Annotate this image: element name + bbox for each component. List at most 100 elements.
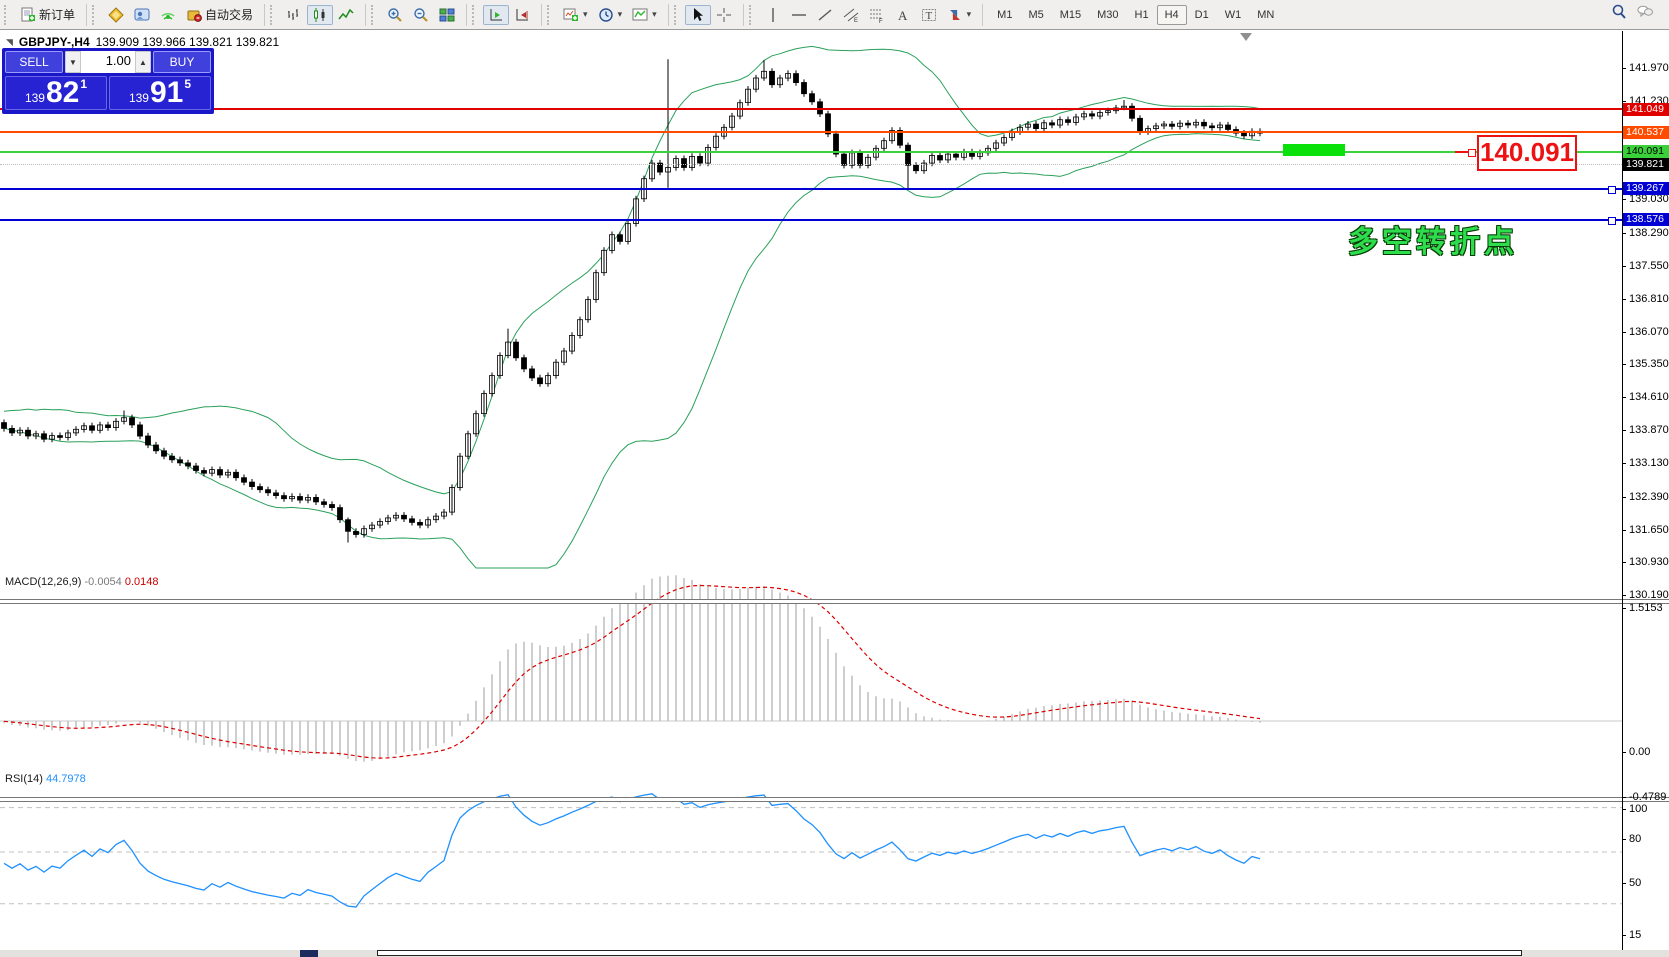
channel-icon: E <box>843 7 859 23</box>
text-button[interactable]: A <box>890 5 916 25</box>
price-line-139.267[interactable] <box>0 188 1622 190</box>
zoom-out-button[interactable] <box>408 5 434 25</box>
volume-decrease-button[interactable]: ▼ <box>65 51 81 73</box>
price-line-140.537[interactable] <box>0 131 1622 133</box>
toolbar-separator <box>982 3 984 26</box>
timeframe-m1[interactable]: M1 <box>989 5 1020 25</box>
dropdown-caret-icon[interactable]: ▾ <box>618 9 623 20</box>
panel-divider-rsi[interactable] <box>0 797 1669 802</box>
crosshair-button[interactable] <box>711 5 737 25</box>
sell-price-big: 82 <box>45 76 80 109</box>
timeframe-m5[interactable]: M5 <box>1020 5 1051 25</box>
symbol-header: ◥ GBPJPY-,H4 139.909 139.966 139.821 139… <box>6 35 279 49</box>
symbol-title: GBPJPY-,H4 <box>18 35 90 49</box>
macd-tick-dash <box>1622 797 1626 798</box>
price-line-139.821[interactable] <box>0 164 1622 165</box>
vline-button[interactable] <box>760 5 786 25</box>
price-badge-139.267: 139.267 <box>1623 182 1669 195</box>
trendline-button[interactable] <box>812 5 838 25</box>
price-line-141.049[interactable] <box>0 108 1622 110</box>
price-tick-label: 133.870 <box>1629 424 1669 436</box>
cursor-button[interactable] <box>684 4 711 25</box>
rsi-name: RSI(14) <box>5 773 43 785</box>
search-icon[interactable] <box>1611 4 1627 25</box>
mt4-window: 新订单 自动交易 ▾ ▾ ▾ E F A T ▾ M1 M5 M15 M30 H1 H4 D1 W1 MN ◥ GB… <box>0 0 1669 957</box>
hline-icon <box>791 7 807 23</box>
panel-divider-macd[interactable] <box>0 599 1669 604</box>
timeframe-m15[interactable]: M15 <box>1052 5 1089 25</box>
zoom-in-button[interactable] <box>382 5 408 25</box>
candlestick-chart-button[interactable] <box>307 4 334 25</box>
buy-price-sup: 5 <box>184 77 192 91</box>
chart-shift-button[interactable] <box>509 5 535 25</box>
toolbar-grip <box>92 4 98 25</box>
metaeditor-button[interactable] <box>103 5 129 25</box>
scrollbar-thumb[interactable] <box>377 950 1522 956</box>
indicators-button[interactable]: ▾ <box>627 5 662 25</box>
line-chart-button[interactable] <box>333 5 359 25</box>
dropdown-caret-icon[interactable]: ▾ <box>652 9 657 20</box>
rsi-canvas[interactable] <box>0 769 1622 935</box>
fibonacci-button[interactable]: F <box>864 5 890 25</box>
symbol-ohlc: 139.909 139.966 139.821 139.821 <box>95 35 280 49</box>
new-chart-button[interactable]: ▾ <box>558 5 593 25</box>
timeframe-d1[interactable]: D1 <box>1187 5 1217 25</box>
shapes-button[interactable]: ▾ <box>942 5 977 25</box>
sell-button[interactable]: SELL <box>5 51 63 73</box>
tile-windows-button[interactable] <box>434 5 460 25</box>
toolbar-separator <box>742 3 744 26</box>
horizontal-scrollbar[interactable] <box>0 950 1669 957</box>
crosshair-icon <box>716 7 732 23</box>
dropdown-caret-icon[interactable]: ▾ <box>583 9 588 20</box>
timeframe-mn[interactable]: MN <box>1249 5 1282 25</box>
chinese-note-text[interactable]: 多空转折点 <box>1348 217 1518 261</box>
community-icon[interactable] <box>1637 4 1653 25</box>
channel-button[interactable]: E <box>838 5 864 25</box>
toolbar-grip <box>270 4 276 25</box>
green-highlight-bar[interactable] <box>1283 144 1345 156</box>
sell-price-tile[interactable]: 139 82 1 <box>5 76 107 110</box>
buy-button[interactable]: BUY <box>153 51 211 73</box>
price-annotation-box[interactable]: 140.091 <box>1477 135 1577 171</box>
chart-window[interactable]: ◥ GBPJPY-,H4 139.909 139.966 139.821 139… <box>0 31 1669 957</box>
timeframe-m30[interactable]: M30 <box>1089 5 1126 25</box>
timeframe-h4[interactable]: H4 <box>1156 4 1187 25</box>
main-chart-canvas[interactable] <box>0 31 1622 570</box>
autotrading-label: 自动交易 <box>205 8 254 22</box>
profiles-button[interactable]: ▾ <box>593 5 628 25</box>
price-line-handle[interactable] <box>1608 186 1616 194</box>
price-line-140.091[interactable] <box>0 151 1622 153</box>
timeframe-w1[interactable]: W1 <box>1217 5 1250 25</box>
price-line-handle[interactable] <box>1608 217 1616 225</box>
scrollbar-left-block[interactable] <box>300 950 318 957</box>
rsi-label: RSI(14) 44.7978 <box>5 773 86 785</box>
indicators-icon <box>632 7 648 23</box>
dropdown-caret-icon[interactable]: ▾ <box>967 9 972 20</box>
price-box-handle[interactable] <box>1468 149 1476 157</box>
chart-shift-marker-icon[interactable] <box>1240 33 1252 41</box>
label-icon: T <box>921 7 937 23</box>
auto-scroll-button[interactable] <box>483 4 510 25</box>
buy-price-tile[interactable]: 139 91 5 <box>109 76 211 110</box>
autotrading-button[interactable]: 自动交易 <box>181 5 258 25</box>
volume-increase-button[interactable]: ▲ <box>135 51 151 73</box>
rsi-tick-dash <box>1622 839 1626 840</box>
new-order-button[interactable]: 新订单 <box>15 5 80 25</box>
toolbar-separator <box>86 3 88 26</box>
hline-button[interactable] <box>786 5 812 25</box>
candles <box>1 70 1263 535</box>
signals-button[interactable] <box>155 5 181 25</box>
label-button[interactable]: T <box>916 5 942 25</box>
price-tick-dash <box>1622 68 1626 69</box>
svg-text:F: F <box>879 19 883 23</box>
timeframe-h1[interactable]: H1 <box>1127 5 1157 25</box>
signals-icon <box>160 7 176 23</box>
tile-windows-icon <box>439 7 455 23</box>
vline-icon <box>765 7 781 23</box>
volume-value[interactable]: 1.00 <box>81 51 135 73</box>
terminal-button[interactable] <box>129 5 155 25</box>
chart-corner-icon: ◥ <box>6 36 13 47</box>
bar-chart-button[interactable] <box>281 5 307 25</box>
rsi-tick-label: 50 <box>1629 877 1642 889</box>
toolbar-group-4 <box>480 1 538 29</box>
